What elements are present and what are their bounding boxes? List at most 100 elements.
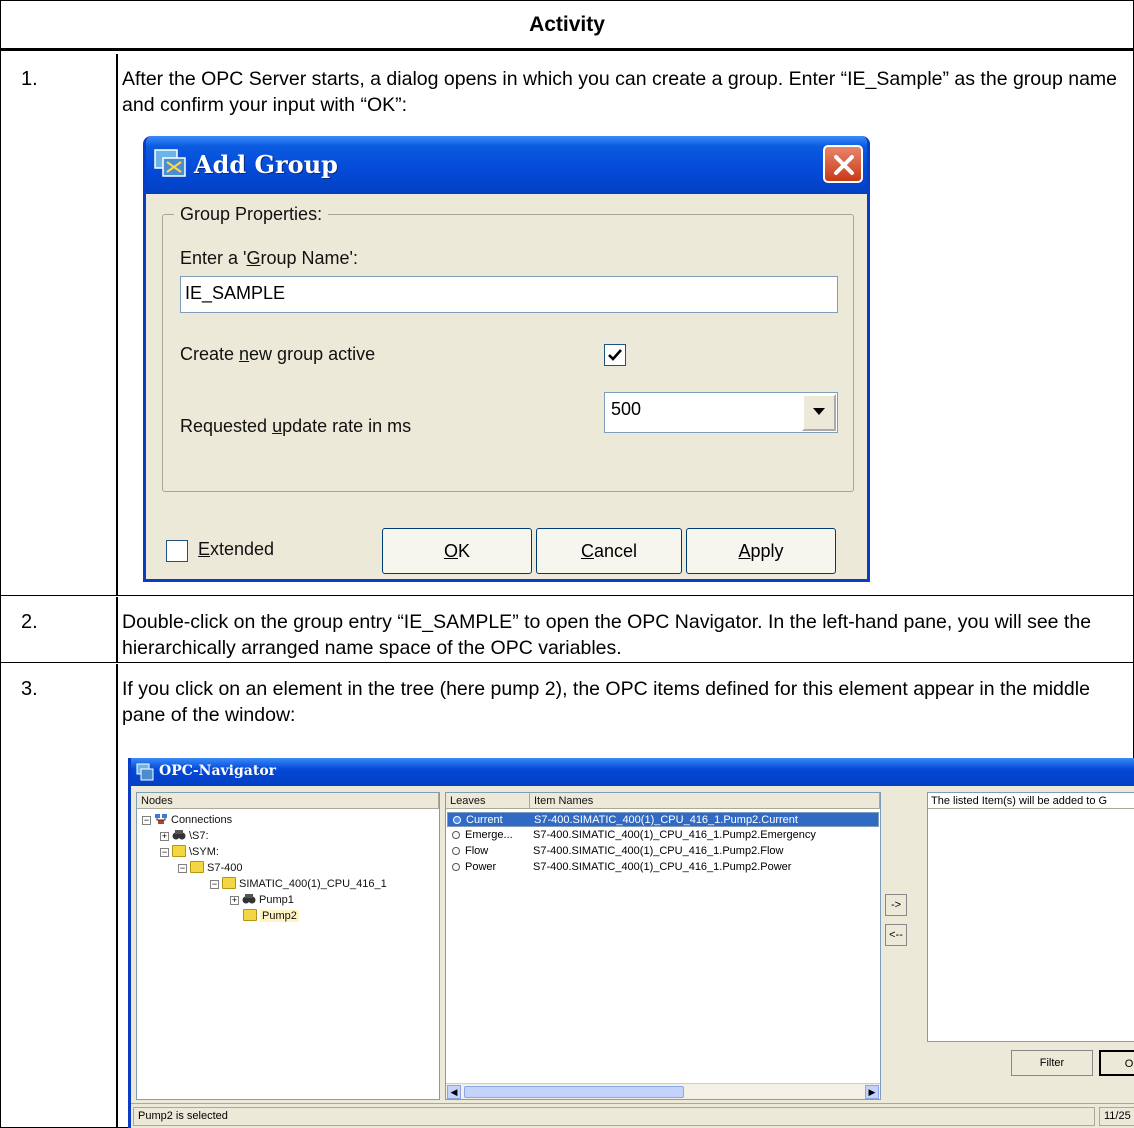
group-properties-legend: Group Properties: <box>174 204 329 225</box>
binoculars-icon <box>172 829 186 841</box>
tree-item-s7-400[interactable]: − S7-400 <box>178 861 242 875</box>
remove-items-button[interactable]: <-- <box>885 924 907 946</box>
dialog-title: Add Group <box>194 150 338 179</box>
item-name: S7-400.SIMATIC_400(1)_CPU_416_1.Pump2.Po… <box>533 861 792 873</box>
tree-item-pump2[interactable]: Pump2 <box>243 909 299 923</box>
item-name: S7-400.SIMATIC_400(1)_CPU_416_1.Pump2.Em… <box>533 829 816 841</box>
tree-label: Pump2 <box>260 910 299 922</box>
add-group-dialog: Add Group Group Properties: Enter a 'Gro… <box>143 136 870 582</box>
opc-navigator-window: OPC-Navigator Nodes − Connections + \S7: −… <box>128 758 1134 1128</box>
tree-item-connections[interactable]: − Connections <box>142 813 232 827</box>
leaf-name: Emerge... <box>465 829 513 841</box>
item-name: S7-400.SIMATIC_400(1)_CPU_416_1.Pump2.Cu… <box>534 814 798 826</box>
scroll-right-icon[interactable]: ▶ <box>865 1085 879 1099</box>
label-text: pdate rate in ms <box>282 416 412 436</box>
tree-label: S7-400 <box>207 862 243 874</box>
cancel-button[interactable]: Cancel <box>536 528 682 574</box>
opc-app-icon <box>154 147 186 177</box>
tree-label: \SYM: <box>189 846 219 858</box>
list-item[interactable]: Flow S7-400.SIMATIC_400(1)_CPU_416_1.Pum… <box>447 844 879 859</box>
list-item[interactable]: Power S7-400.SIMATIC_400(1)_CPU_416_1.Pu… <box>447 860 879 875</box>
update-rate-select[interactable]: 500 <box>604 392 838 433</box>
tree-item-sym[interactable]: − \SYM: <box>160 845 219 859</box>
step-number: 1. <box>1 54 118 595</box>
accelerator-key: u <box>272 416 283 436</box>
table-header: Activity <box>1 1 1133 51</box>
leaf-radio-icon <box>452 847 460 855</box>
extended-checkbox[interactable] <box>166 540 188 562</box>
ok-button[interactable]: OK <box>382 528 532 574</box>
scroll-thumb[interactable] <box>464 1086 684 1098</box>
leaves-pane: Leaves Item Names Current S7-400.SIMATIC… <box>445 792 881 1100</box>
status-count: 11/25 <box>1099 1107 1134 1126</box>
leaf-radio-icon <box>452 863 460 871</box>
folder-icon <box>172 845 186 857</box>
button-label: K <box>458 541 471 561</box>
nodes-pane: Nodes − Connections + \S7: − \SYM: − S7-400 … <box>136 792 440 1100</box>
folder-icon <box>222 877 236 889</box>
label-text: ew group active <box>249 344 376 364</box>
group-name-label: Enter a 'Group Name': <box>180 248 358 269</box>
folder-icon <box>190 861 204 873</box>
binoculars-icon <box>242 893 256 905</box>
close-icon <box>834 155 854 175</box>
navigator-titlebar: OPC-Navigator <box>131 758 1134 786</box>
step-number: 2. <box>1 597 118 662</box>
ok-button[interactable]: O <box>1099 1050 1134 1076</box>
list-item[interactable]: Emerge... S7-400.SIMATIC_400(1)_CPU_416_… <box>447 828 879 843</box>
accelerator-key: A <box>738 541 751 561</box>
collapse-icon[interactable]: − <box>160 848 169 857</box>
navigator-title: OPC-Navigator <box>159 763 277 779</box>
accelerator-key: G <box>246 248 261 268</box>
update-rate-label: Requested update rate in ms <box>180 416 411 437</box>
close-button[interactable] <box>823 145 863 183</box>
expand-icon[interactable]: + <box>230 896 239 905</box>
opc-app-icon <box>136 763 154 781</box>
step-text: After the OPC Server starts, a dialog op… <box>122 68 1118 116</box>
status-text: Pump2 is selected <box>133 1107 1095 1126</box>
network-icon <box>154 813 168 825</box>
horizontal-scrollbar[interactable]: ◀ ▶ <box>446 1083 880 1099</box>
button-label: pply <box>750 541 784 561</box>
dialog-titlebar: Add Group <box>146 136 867 194</box>
collapse-icon[interactable]: − <box>210 880 219 889</box>
status-bar: Pump2 is selected 11/25 <box>131 1103 1134 1128</box>
folder-icon <box>243 909 257 921</box>
tree-item-cpu[interactable]: − SIMATIC_400(1)_CPU_416_1 <box>210 877 387 891</box>
accelerator-key: E <box>198 539 211 559</box>
step-text: Double-click on the group entry “IE_SAMP… <box>122 611 1092 659</box>
tree-label: Pump1 <box>259 894 294 906</box>
item-names-header[interactable]: Item Names <box>530 793 880 809</box>
update-rate-value: 500 <box>611 399 642 419</box>
scroll-left-icon[interactable]: ◀ <box>447 1085 461 1099</box>
tree-item-pump1[interactable]: + Pump1 <box>230 893 294 907</box>
tree-label: \S7: <box>189 830 209 842</box>
label-text: xtended <box>210 539 275 559</box>
label-text: Create <box>180 344 240 364</box>
extended-label: Extended <box>198 539 274 560</box>
checkmark-icon <box>608 349 622 361</box>
create-active-checkbox[interactable] <box>604 344 626 366</box>
add-items-button[interactable]: -> <box>885 894 907 916</box>
leaf-name: Power <box>465 861 497 873</box>
leaf-radio-icon <box>453 816 461 824</box>
button-label: ancel <box>593 541 638 561</box>
group-name-input[interactable]: IE_SAMPLE <box>180 276 838 313</box>
expand-icon[interactable]: + <box>160 832 169 841</box>
tree-item-s7[interactable]: + \S7: <box>160 829 209 843</box>
leaf-name: Current <box>466 814 503 826</box>
label-text: Enter a ' <box>180 248 247 268</box>
collapse-icon[interactable]: − <box>178 864 187 873</box>
selected-items-header: The listed Item(s) will be added to G <box>928 793 1134 809</box>
chevron-down-icon <box>813 408 825 415</box>
leaves-header[interactable]: Leaves <box>446 793 530 809</box>
dropdown-button[interactable] <box>802 394 836 431</box>
label-text: Requested <box>180 416 273 436</box>
leaf-name: Flow <box>465 845 489 857</box>
apply-button[interactable]: Apply <box>686 528 836 574</box>
collapse-icon[interactable]: − <box>142 816 151 825</box>
table-row: 2. Double-click on the group entry “IE_S… <box>1 597 1133 663</box>
accelerator-key: O <box>443 541 458 561</box>
list-item[interactable]: Current S7-400.SIMATIC_400(1)_CPU_416_1.… <box>447 812 879 827</box>
filter-button[interactable]: Filter <box>1011 1050 1093 1076</box>
